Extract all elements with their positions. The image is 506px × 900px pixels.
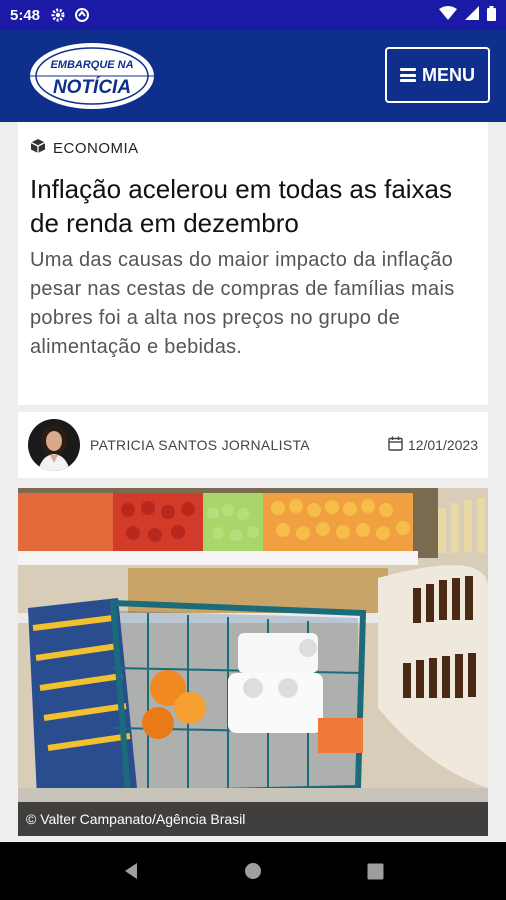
home-button[interactable] [233, 851, 273, 891]
menu-button[interactable]: MENU [385, 47, 490, 103]
calendar-icon [388, 436, 403, 454]
recents-button[interactable] [355, 851, 395, 891]
author-name[interactable]: PATRICIA SANTOS JORNALISTA [90, 437, 310, 453]
settings-gear-icon [50, 7, 66, 23]
publish-date-text: 12/01/2023 [407, 437, 478, 453]
shopping-cart [28, 598, 367, 818]
category-tag[interactable]: ECONOMIA [30, 138, 476, 158]
logo-top-text: EMBARQUE NA [50, 59, 133, 71]
article-summary: Uma das causas do maior impacto da infla… [30, 249, 455, 358]
cube-icon [30, 138, 46, 158]
home-circle-icon [245, 863, 261, 879]
logo-bottom-text: NOTÍCIA [53, 76, 131, 98]
system-navigation-bar [0, 842, 506, 900]
back-button[interactable] [111, 851, 151, 891]
app-header: EMBARQUE NA NOTÍCIA MENU [0, 30, 506, 122]
status-time: 5:48 [10, 6, 41, 24]
battery-icon [487, 5, 496, 25]
publish-date: 12/01/2023 [388, 436, 478, 454]
status-bar: 5:48 [0, 0, 506, 30]
back-triangle-icon [125, 863, 137, 879]
wifi-icon [439, 6, 457, 24]
article-card: ECONOMIA Inflação acelerou em todas as f… [18, 122, 488, 405]
author-bar: PATRICIA SANTOS JORNALISTA 12/01/2023 [18, 412, 488, 478]
category-label: ECONOMIA [53, 139, 139, 157]
article-headline: Inflação acelerou em todas as faixas de … [30, 174, 453, 238]
menu-button-label: MENU [422, 64, 475, 85]
data-saver-icon [74, 7, 90, 23]
fruit-display [18, 493, 413, 551]
article-content[interactable]: ECONOMIA Inflação acelerou em todas as f… [0, 122, 506, 842]
site-logo[interactable]: EMBARQUE NA NOTÍCIA [26, 38, 158, 114]
article-photo[interactable]: © Valter Campanato/Agência Brasil [18, 488, 488, 836]
hamburger-icon [400, 68, 416, 82]
signal-icon [465, 6, 479, 24]
recents-square-icon [367, 863, 383, 879]
photo-caption: © Valter Campanato/Agência Brasil [18, 802, 488, 836]
author-avatar[interactable] [28, 419, 80, 471]
